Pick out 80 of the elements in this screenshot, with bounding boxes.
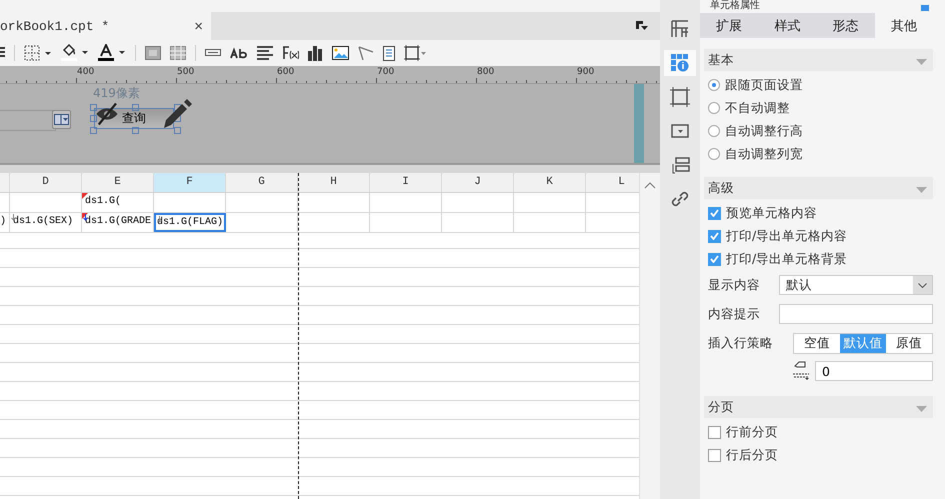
fill-color-icon[interactable] (61, 44, 89, 62)
column-header[interactable]: K (514, 173, 586, 192)
text-field-icon[interactable] (205, 49, 221, 57)
table-cell[interactable]: ds1.G( (82, 193, 154, 212)
column-header[interactable]: J (442, 173, 514, 192)
panel-title: 单元格属性 (709, 0, 760, 13)
column-header[interactable]: H (298, 173, 370, 192)
document-title: orkBook1.cpt * (0, 18, 110, 34)
radio-button[interactable] (708, 125, 720, 137)
text-format-icon[interactable] (230, 47, 248, 59)
split-cells-icon[interactable] (170, 46, 186, 60)
option-label: 跟随页面设置 (725, 76, 803, 94)
checkbox[interactable] (708, 448, 721, 462)
size-label: 419像素 (93, 85, 140, 102)
chevron-icon[interactable] (913, 276, 932, 294)
merge-cells-icon[interactable] (145, 46, 161, 60)
bar-chart-icon[interactable] (308, 46, 323, 60)
field-label: 显示内容 (708, 276, 761, 294)
option-label: 不自动调整 (725, 100, 790, 116)
checkbox[interactable] (708, 426, 721, 438)
column-header[interactable]: G (226, 173, 298, 192)
formula-icon[interactable] (282, 46, 299, 60)
input-field[interactable] (779, 304, 933, 324)
option-label: 自动调整行高 (725, 122, 803, 140)
ruler-label: 700 (377, 67, 394, 77)
border-icon[interactable] (24, 45, 52, 61)
option-label: 打印/导出单元格内容 (726, 228, 848, 244)
column-header[interactable]: I (370, 173, 442, 192)
field-label: 内容提示 (708, 306, 761, 322)
eye-slash-icon (95, 102, 119, 126)
section-title: 分页 (708, 398, 734, 416)
ruler-label: 900 (577, 67, 594, 77)
tab[interactable]: 形态 (816, 13, 875, 38)
radio-button[interactable] (708, 148, 720, 160)
tab[interactable]: 其他 (874, 13, 933, 38)
slash-icon[interactable] (358, 46, 374, 60)
field-label: 插入行策略 (708, 334, 774, 352)
table-cell[interactable]: ) (0, 213, 10, 232)
image-icon[interactable] (332, 46, 349, 60)
select-field[interactable]: 默认 (779, 275, 933, 295)
ruler-label: 800 (477, 67, 494, 77)
radio-button[interactable] (708, 102, 720, 114)
window-menu-icon[interactable] (636, 20, 648, 32)
checkbox[interactable] (708, 230, 721, 242)
select-value: 默认 (786, 276, 812, 294)
table-cell[interactable]: ds1.G(GRADE (82, 213, 154, 232)
checkbox[interactable] (708, 206, 721, 220)
option-label: 预览单元格内容 (726, 204, 817, 222)
column-header[interactable]: F (154, 173, 226, 192)
cell-info-icon[interactable] (664, 50, 696, 76)
column-header[interactable]: D (10, 173, 82, 192)
option-label: 行后分页 (726, 446, 778, 464)
input-field[interactable]: 0 (815, 361, 933, 381)
section-header[interactable]: 基本 (704, 49, 933, 71)
table-cell[interactable]: ds1.G(SEX) (10, 213, 82, 232)
tab[interactable]: 样式 (758, 13, 816, 38)
option-label: 行前分页 (726, 424, 778, 440)
dropdown-button[interactable] (52, 110, 71, 129)
tab[interactable]: 扩展 (700, 13, 758, 38)
section-header[interactable]: 分页 (704, 396, 933, 418)
radio-button[interactable] (708, 79, 720, 91)
section-title: 高级 (708, 180, 734, 196)
option-label: 自动调整列宽 (725, 146, 803, 162)
ruler-label: 500 (177, 67, 194, 77)
section-header[interactable]: 高级 (704, 177, 933, 199)
close-button[interactable]: × (192, 18, 205, 34)
document-tab[interactable]: orkBook1.cpt * × (0, 12, 211, 40)
section-title: 基本 (708, 52, 734, 68)
checkbox[interactable] (708, 252, 721, 266)
document-icon[interactable] (383, 46, 395, 60)
ruler-label: 400 (77, 67, 94, 77)
abc-icon[interactable] (791, 360, 811, 382)
option-label: 打印/导出单元格背景 (726, 250, 848, 268)
font-color-icon[interactable] (98, 44, 126, 62)
text-align-icon[interactable] (257, 46, 273, 60)
down-arrow-icon (157, 216, 162, 223)
align-icon[interactable] (0, 46, 5, 60)
border-style-icon[interactable] (404, 45, 426, 61)
ruler-label: 600 (277, 67, 294, 77)
table-cell[interactable]: ds1.G(FLAG) (154, 213, 226, 232)
